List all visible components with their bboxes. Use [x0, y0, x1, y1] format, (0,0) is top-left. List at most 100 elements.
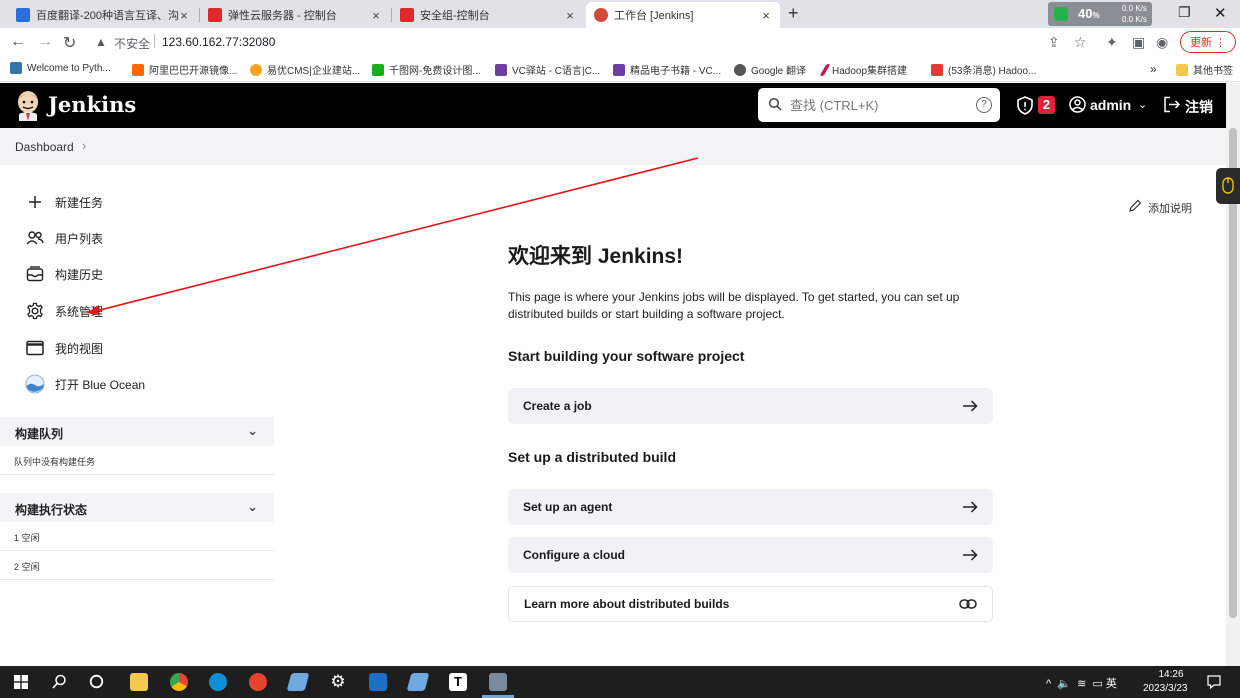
- search-icon[interactable]: [52, 674, 67, 689]
- search-input[interactable]: [790, 95, 960, 115]
- action-label: Set up an agent: [523, 500, 613, 514]
- browser-address-bar: ← → ↻ ▲ 不安全 123.60.162.77:32080 ⇪ ☆ ✦ ▣ …: [0, 28, 1240, 57]
- sidebar-item-label: 我的视图: [55, 341, 104, 356]
- breadcrumb: Dashboard ›: [0, 128, 1226, 165]
- bookmark-python[interactable]: Welcome to Pyth...: [10, 62, 111, 74]
- close-tab-icon[interactable]: ×: [178, 8, 190, 23]
- bookmark-hadoop-cluster[interactable]: Hadoop集群搭建: [819, 62, 907, 77]
- bookmark-ebooks[interactable]: 精品电子书籍 - VC...: [613, 62, 721, 77]
- security-warning-badge[interactable]: 2: [1038, 96, 1055, 114]
- security-shield-icon[interactable]: [1016, 96, 1034, 115]
- setup-agent-button[interactable]: Set up an agent: [508, 489, 993, 525]
- new-tab-button[interactable]: +: [788, 3, 799, 24]
- user-avatar-icon[interactable]: [1069, 96, 1086, 113]
- executors-title: 构建执行状态: [15, 503, 88, 517]
- learn-more-distributed-link[interactable]: Learn more about distributed builds: [508, 586, 993, 622]
- chrome-icon[interactable]: [170, 673, 188, 691]
- qiantu-favicon-icon: [372, 63, 384, 76]
- sidebar-item-manage-jenkins[interactable]: 系统管理: [25, 300, 103, 322]
- system-tray[interactable]: ^ 🔈 ≋ ▭ 英: [1046, 675, 1117, 691]
- close-tab-icon[interactable]: ×: [370, 8, 382, 23]
- bookmark-google-translate[interactable]: Google 翻译: [734, 62, 806, 77]
- configure-cloud-button[interactable]: Configure a cloud: [508, 537, 993, 573]
- bookmark-eyoucms[interactable]: 易优CMS|企业建站...: [250, 62, 360, 77]
- chevron-down-icon[interactable]: ⌄: [1138, 98, 1147, 111]
- clock-time[interactable]: 14:26: [1153, 669, 1189, 680]
- side-panel-icon[interactable]: ▣: [1132, 34, 1145, 51]
- bookmark-vc-station[interactable]: VC驿站 - C语言|C...: [495, 62, 600, 77]
- pencil-icon[interactable]: [1128, 199, 1142, 213]
- app-icon[interactable]: [249, 673, 267, 691]
- insecure-label[interactable]: 不安全: [114, 35, 150, 52]
- sidebar-item-build-history[interactable]: 构建历史: [25, 263, 103, 285]
- chevron-down-icon[interactable]: ⌄: [247, 423, 258, 439]
- jenkins-logo-icon[interactable]: [14, 90, 42, 121]
- logout-icon[interactable]: [1163, 96, 1181, 113]
- plus-icon: [25, 195, 45, 209]
- back-arrow-icon[interactable]: ←: [10, 33, 26, 51]
- url-field[interactable]: 123.60.162.77:32080: [162, 35, 275, 49]
- task-view-icon[interactable]: [89, 674, 104, 689]
- side-extension-tab[interactable]: [1216, 168, 1240, 204]
- tab-baidu-translate[interactable]: 百度翻译-200种语言互译、沟通 ×: [8, 2, 198, 28]
- build-queue-header[interactable]: 构建队列 ⌄: [0, 417, 274, 446]
- input-language[interactable]: 英: [1106, 678, 1117, 690]
- forward-arrow-icon[interactable]: →: [37, 33, 53, 51]
- people-icon: [25, 231, 45, 245]
- build-queue-title: 构建队列: [15, 427, 64, 441]
- update-button[interactable]: 更新 ⋮: [1180, 31, 1236, 53]
- edge-icon[interactable]: [209, 673, 227, 691]
- jenkins-brand[interactable]: Jenkins: [48, 92, 136, 117]
- executors-header[interactable]: 构建执行状态 ⌄: [0, 493, 274, 522]
- other-bookmarks[interactable]: 其他书签: [1176, 62, 1233, 77]
- sidebar-item-new-job[interactable]: 新建任务: [25, 191, 103, 213]
- arrow-right-icon: [963, 549, 978, 561]
- executor-row[interactable]: 1 空闲: [0, 522, 274, 551]
- bookmark-qiantu[interactable]: 千图网-免费设计图...: [372, 62, 481, 77]
- breadcrumb-chevron-icon[interactable]: ›: [82, 138, 86, 153]
- logout-link[interactable]: 注销: [1185, 97, 1213, 117]
- restore-window-icon[interactable]: ❐: [1178, 4, 1191, 21]
- search-help-icon[interactable]: ?: [976, 97, 992, 113]
- notification-icon[interactable]: [1207, 675, 1221, 689]
- warning-triangle-icon[interactable]: ▲: [95, 35, 107, 49]
- sidebar-item-label: 打开 Blue Ocean: [55, 377, 146, 392]
- bookmarks-bar: Welcome to Pyth... 阿里巴巴开源镜像... 易优CMS|企业建…: [0, 57, 1240, 82]
- tab-security-group[interactable]: 安全组-控制台 ×: [392, 2, 584, 28]
- sidebar-item-blue-ocean[interactable]: 打开 Blue Ocean: [25, 373, 145, 395]
- tab-ecs-console[interactable]: 弹性云服务器 - 控制台 ×: [200, 2, 390, 28]
- notes-app-icon[interactable]: [286, 673, 310, 691]
- breadcrumb-dashboard[interactable]: Dashboard: [15, 140, 74, 154]
- typora-icon[interactable]: T: [449, 673, 467, 691]
- windows-start-icon[interactable]: [14, 675, 28, 689]
- tab-jenkins[interactable]: 工作台 [Jenkins] ×: [586, 2, 780, 28]
- bookmarks-overflow[interactable]: »: [1150, 62, 1157, 76]
- settings-gear-icon[interactable]: ⚙: [329, 673, 347, 691]
- bookmark-aliyun-mirror[interactable]: 阿里巴巴开源镜像...: [132, 62, 237, 77]
- reload-icon[interactable]: ↻: [63, 33, 76, 53]
- create-job-button[interactable]: Create a job: [508, 388, 993, 424]
- image-viewer-icon[interactable]: [489, 673, 507, 691]
- close-tab-icon[interactable]: ×: [760, 8, 772, 23]
- app-window-icon[interactable]: [369, 673, 387, 691]
- chevron-down-icon[interactable]: ⌄: [247, 499, 258, 515]
- build-queue-empty: 队列中没有构建任务: [0, 446, 274, 475]
- close-tab-icon[interactable]: ×: [564, 8, 576, 23]
- tab-title: 百度翻译-200种语言互译、沟通: [36, 10, 178, 22]
- file-explorer-icon[interactable]: [130, 673, 148, 691]
- profile-avatar-icon[interactable]: ◉: [1156, 34, 1168, 51]
- extensions-puzzle-icon[interactable]: ✦: [1106, 34, 1118, 51]
- bookmark-csdn[interactable]: (53条消息) Hadoo...: [931, 62, 1036, 77]
- user-menu[interactable]: admin: [1090, 97, 1131, 113]
- close-window-icon[interactable]: ✕: [1214, 4, 1227, 22]
- sidebar-item-my-views[interactable]: 我的视图: [25, 337, 103, 359]
- bookmark-star-icon[interactable]: ☆: [1074, 34, 1087, 51]
- huawei-cloud-favicon-icon: [400, 8, 414, 22]
- executor-row[interactable]: 2 空闲: [0, 551, 274, 580]
- sidebar-item-people[interactable]: 用户列表: [25, 227, 103, 249]
- share-icon[interactable]: ⇪: [1048, 34, 1060, 51]
- clock-date[interactable]: 2023/3/23: [1143, 683, 1188, 694]
- add-description-link[interactable]: 添加说明: [1148, 200, 1192, 216]
- notes-app-icon[interactable]: [406, 673, 430, 691]
- download-speed: 0.0 K/s: [1122, 15, 1147, 24]
